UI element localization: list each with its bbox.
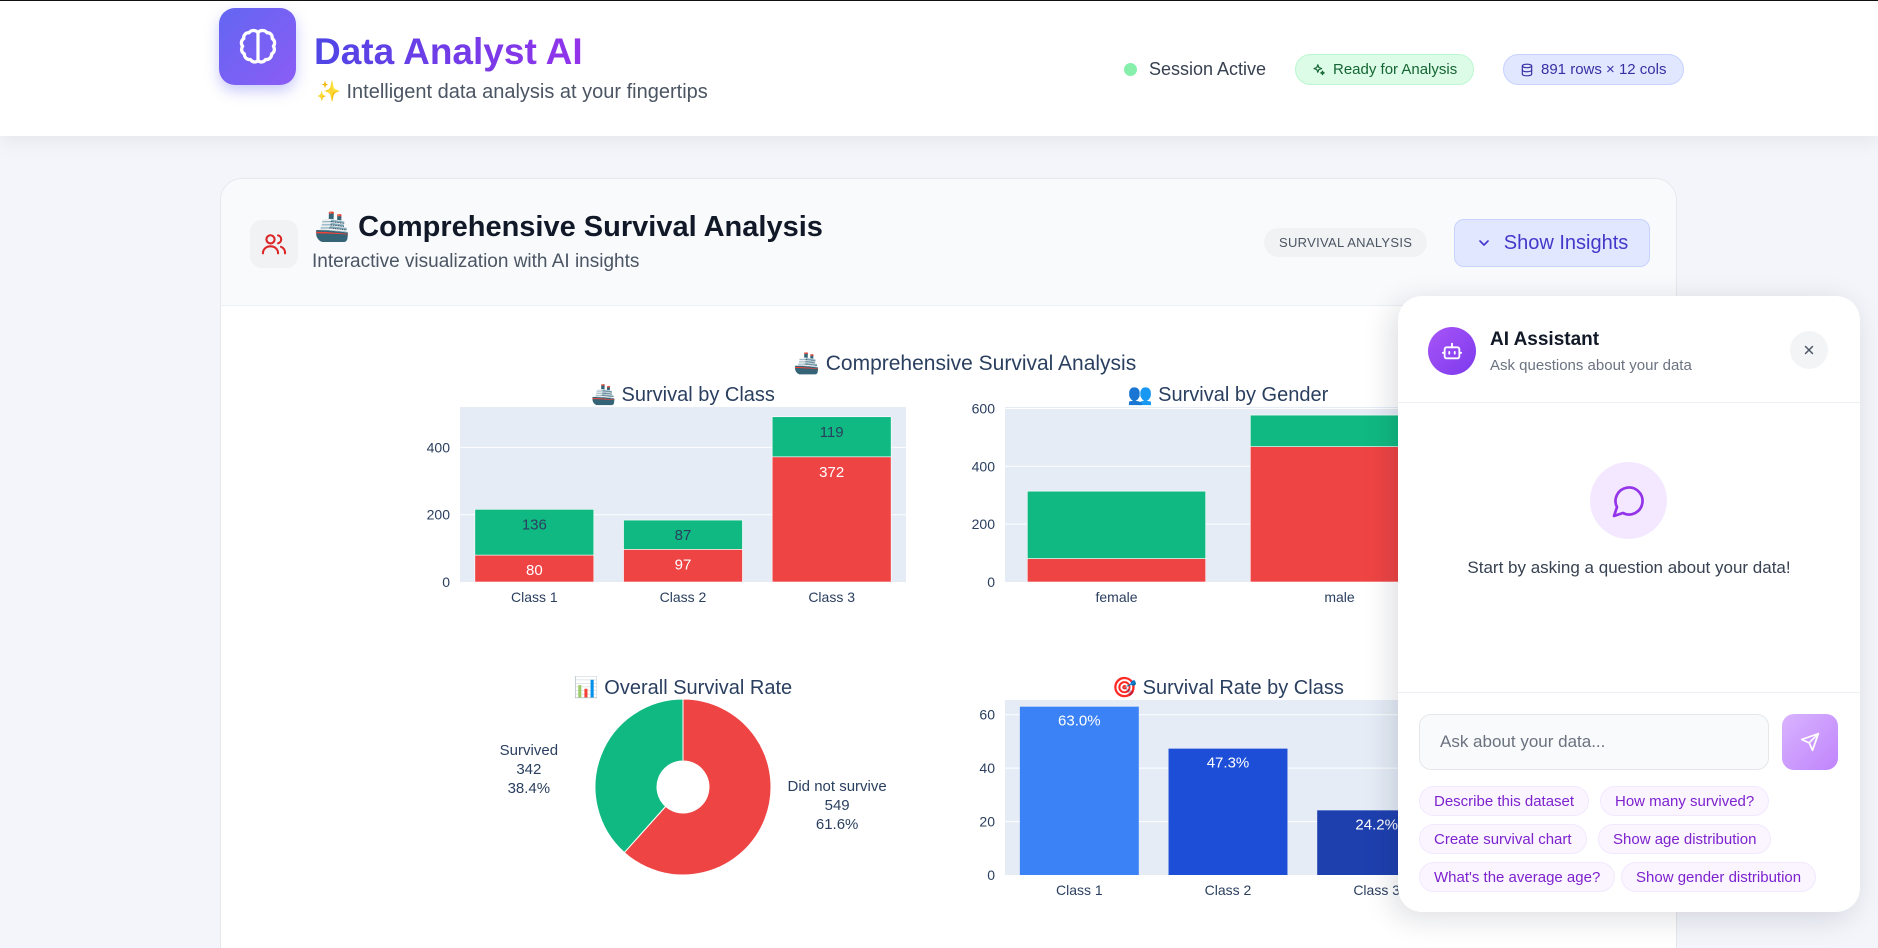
suggestion-chip[interactable]: How many survived? [1600, 786, 1770, 816]
y-tick-label: 20 [979, 814, 995, 830]
ai-assistant-header: AI Assistant Ask questions about your da… [1398, 296, 1860, 403]
divider [1398, 692, 1860, 693]
pie-slice-label: Did not survive [788, 778, 887, 795]
y-tick-label: 400 [972, 458, 996, 474]
bar-value-label: 47.3% [1207, 755, 1250, 772]
pie-slice-label: 342 [516, 761, 541, 778]
ai-assistant-subtitle: Ask questions about your data [1490, 357, 1692, 374]
chat-bubble-icon [1590, 462, 1667, 539]
suggestion-chip[interactable]: Create survival chart [1419, 824, 1587, 854]
bar [1027, 490, 1207, 559]
x-tick-label: Class 2 [660, 589, 707, 605]
y-tick-label: 400 [427, 439, 451, 455]
send-icon[interactable] [1782, 714, 1838, 770]
x-tick-label: Class 3 [808, 589, 855, 605]
subplot-title: 👥 Survival by Gender [1128, 384, 1329, 406]
y-tick-label: 200 [972, 516, 996, 532]
subplot-title: 🎯 Survival Rate by Class [1112, 676, 1344, 699]
subplot-title: 🚢 Survival by Class [591, 384, 775, 406]
bar [1019, 706, 1139, 875]
pie-slice-label: 38.4% [508, 780, 551, 797]
y-tick-label: 40 [979, 760, 995, 776]
y-tick-label: 60 [979, 707, 995, 723]
bar-value-label: 87 [675, 527, 692, 544]
y-tick-label: 600 [972, 400, 996, 416]
suggestion-chip[interactable]: Describe this dataset [1419, 786, 1590, 816]
bar-value-label: 119 [820, 424, 844, 441]
pie-slice-label: 61.6% [816, 816, 859, 833]
y-tick-label: 200 [427, 507, 451, 523]
bar-value-label: 80 [526, 562, 543, 579]
figure-title: 🚢 Comprehensive Survival Analysis [794, 352, 1136, 375]
x-tick-label: Class 3 [1353, 882, 1400, 898]
x-tick-label: Class 1 [1056, 882, 1103, 898]
subplot-title: 📊 Overall Survival Rate [574, 675, 792, 699]
ai-assistant-panel: AI Assistant Ask questions about your da… [1398, 296, 1860, 912]
x-tick-label: Class 2 [1205, 882, 1252, 898]
x-tick-label: Class 1 [511, 589, 558, 605]
x-tick-label: male [1324, 589, 1355, 605]
suggestion-chip[interactable]: Show gender distribution [1621, 862, 1817, 892]
pie-slice-label: Survived [500, 742, 558, 759]
suggestion-chip[interactable]: Show age distribution [1598, 824, 1772, 854]
bar-value-label: 24.2% [1355, 816, 1398, 833]
bar-value-label: 136 [522, 516, 547, 533]
robot-icon [1428, 327, 1476, 375]
bar-value-label: 63.0% [1058, 713, 1101, 730]
suggestion-chip[interactable]: What's the average age? [1419, 862, 1616, 892]
bar-value-label: 372 [819, 464, 844, 481]
pie-slice-label: 549 [825, 797, 850, 814]
ai-empty-state-text: Start by asking a question about your da… [1467, 558, 1791, 577]
ai-assistant-title: AI Assistant [1490, 329, 1600, 350]
y-tick-label: 0 [442, 574, 450, 590]
x-tick-label: female [1095, 589, 1137, 605]
y-tick-label: 0 [987, 574, 995, 590]
bar-value-label: 97 [675, 556, 692, 573]
close-icon[interactable] [1790, 331, 1828, 369]
y-tick-label: 0 [987, 867, 995, 883]
ai-question-input[interactable] [1419, 714, 1769, 770]
bar [1027, 558, 1207, 583]
